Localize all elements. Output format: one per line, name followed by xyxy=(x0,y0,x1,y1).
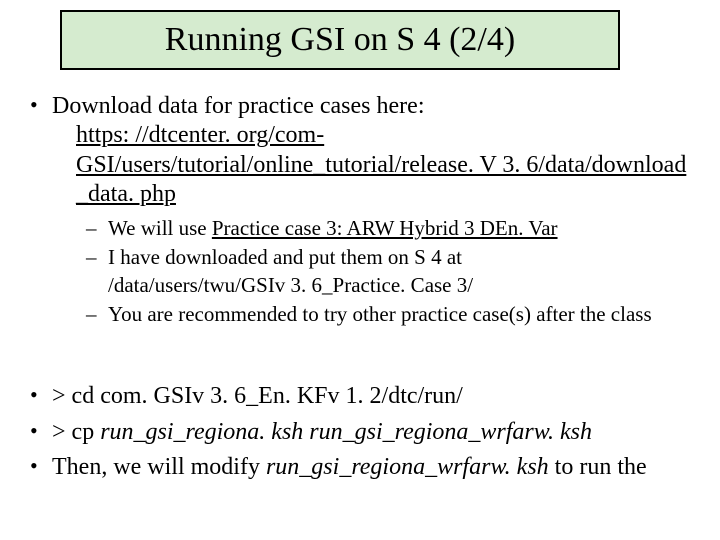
cp-prefix: > cp xyxy=(52,419,100,445)
sub3-text: You are recommended to try other practic… xyxy=(108,302,652,326)
bullet-cd-command: > cd com. GSIv 3. 6_En. KFv 1. 2/dtc/run… xyxy=(28,382,696,411)
download-url-line3[interactable]: _data. php xyxy=(76,181,176,207)
sub2-path: /data/users/twu/GSIv 3. 6_Practice. Case… xyxy=(108,273,473,297)
page-title: Running GSI on S 4 (2/4) xyxy=(165,21,515,59)
sub2-line1: I have downloaded and put them on S 4 at xyxy=(108,245,462,269)
bullet-download: Download data for practice cases here: h… xyxy=(28,92,696,209)
bullet-download-lead: Download data for practice cases here: xyxy=(52,93,424,119)
cp-filenames: run_gsi_regiona. ksh run_gsi_regiona_wrf… xyxy=(100,419,592,445)
modify-suffix: to run the xyxy=(549,454,647,480)
sub-bullet-list: We will use Practice case 3: ARW Hybrid … xyxy=(28,215,696,328)
slide: Running GSI on S 4 (2/4) Download data f… xyxy=(0,0,720,540)
sub-bullet-recommend: You are recommended to try other practic… xyxy=(82,301,696,328)
cd-command-text: > cd com. GSIv 3. 6_En. KFv 1. 2/dtc/run… xyxy=(52,383,463,409)
title-box: Running GSI on S 4 (2/4) xyxy=(60,10,620,70)
download-url-line2[interactable]: GSI/users/tutorial/online_tutorial/relea… xyxy=(76,152,686,178)
bullet-cp-command: > cp run_gsi_regiona. ksh run_gsi_region… xyxy=(28,418,696,447)
sub1-prefix: We will use xyxy=(108,216,212,240)
modify-filename: run_gsi_regiona_wrfarw. ksh xyxy=(266,454,549,480)
sub-bullet-practice-case: We will use Practice case 3: ARW Hybrid … xyxy=(82,215,696,242)
slide-body: Download data for practice cases here: h… xyxy=(28,92,696,488)
modify-prefix: Then, we will modify xyxy=(52,454,266,480)
bullet-modify: Then, we will modify run_gsi_regiona_wrf… xyxy=(28,453,696,482)
download-url-line1[interactable]: https: //dtcenter. org/com- xyxy=(76,122,324,148)
spacer xyxy=(28,356,696,382)
sub-bullet-downloaded-path: I have downloaded and put them on S 4 at… xyxy=(82,244,696,299)
sub1-case-name: Practice case 3: ARW Hybrid 3 DEn. Var xyxy=(212,216,558,240)
